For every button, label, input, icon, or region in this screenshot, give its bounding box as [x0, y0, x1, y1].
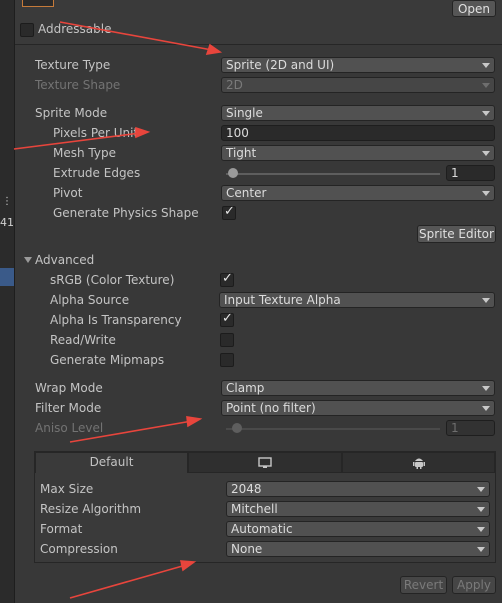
compression-value: None: [231, 542, 263, 556]
alpha-is-transparency-label: Alpha Is Transparency: [50, 313, 182, 327]
pixels-per-unit-label: Pixels Per Unit: [53, 126, 139, 140]
extrude-edges-input[interactable]: 1: [446, 165, 495, 181]
compression-dropdown[interactable]: None: [226, 541, 490, 557]
format-value: Automatic: [231, 522, 293, 536]
foldout-arrow-icon[interactable]: [24, 257, 32, 263]
selected-row-highlight[interactable]: [0, 268, 14, 286]
mesh-type-dropdown[interactable]: Tight: [221, 145, 495, 161]
compression-label: Compression: [40, 542, 118, 556]
filter-mode-value: Point (no filter): [226, 401, 316, 415]
read-write-label: Read/Write: [50, 333, 116, 347]
apply-button[interactable]: Apply: [452, 576, 496, 594]
tab-default[interactable]: Default: [35, 452, 188, 473]
revert-button[interactable]: Revert: [400, 576, 447, 594]
max-size-label: Max Size: [40, 482, 94, 496]
resize-algorithm-value: Mitchell: [231, 502, 278, 516]
left-panel-strip: ⋮ 41: [0, 0, 15, 603]
alpha-source-value: Input Texture Alpha: [224, 293, 341, 307]
filter-mode-label: Filter Mode: [35, 401, 102, 415]
pixels-per-unit-input[interactable]: 100: [221, 125, 495, 141]
chevron-down-icon: [477, 527, 485, 532]
mesh-type-value: Tight: [226, 146, 257, 160]
texture-shape-label: Texture Shape: [35, 78, 121, 92]
wrap-mode-label: Wrap Mode: [35, 381, 103, 395]
filter-mode-dropdown[interactable]: Point (no filter): [221, 400, 495, 416]
format-label: Format: [40, 522, 83, 536]
texture-preview-thumbnail: [22, 0, 54, 7]
aniso-level-slider-track: [226, 428, 440, 430]
chevron-down-icon: [477, 547, 485, 552]
left-panel-count: 41: [0, 216, 14, 229]
texture-type-value: Sprite (2D and UI): [226, 58, 335, 72]
aniso-level-label: Aniso Level: [35, 421, 104, 435]
chevron-down-icon: [482, 63, 490, 68]
extrude-edges-slider-handle[interactable]: [228, 168, 238, 178]
platform-tabs: Default: [35, 452, 495, 473]
chevron-down-icon: [482, 191, 490, 196]
chevron-down-icon: [477, 487, 485, 492]
chevron-down-icon: [482, 111, 490, 116]
tab-android[interactable]: [342, 452, 495, 473]
mesh-type-label: Mesh Type: [53, 146, 116, 160]
srgb-checkbox[interactable]: [220, 271, 234, 287]
texture-type-label: Texture Type: [35, 58, 111, 72]
chevron-down-icon: [482, 386, 490, 391]
chevron-down-icon: [482, 406, 490, 411]
resize-algorithm-dropdown[interactable]: Mitchell: [226, 501, 490, 517]
chevron-down-icon: [482, 298, 490, 303]
texture-shape-dropdown: 2D: [221, 77, 495, 93]
generate-physics-shape-label: Generate Physics Shape: [53, 206, 199, 220]
monitor-icon: [258, 457, 272, 468]
aniso-level-input: 1: [446, 420, 495, 436]
addressable-label: Addressable: [38, 22, 112, 36]
advanced-foldout-label[interactable]: Advanced: [35, 253, 94, 267]
wrap-mode-value: Clamp: [226, 381, 265, 395]
android-icon: [412, 458, 425, 469]
generate-mipmaps-label: Generate Mipmaps: [50, 353, 165, 367]
generate-physics-shape-checkbox[interactable]: [222, 204, 236, 220]
annotation-arrowhead-icon: [186, 416, 203, 428]
alpha-source-label: Alpha Source: [50, 293, 130, 307]
extrude-edges-label: Extrude Edges: [53, 166, 141, 180]
addressable-checkbox[interactable]: [20, 23, 34, 37]
pivot-dropdown[interactable]: Center: [221, 185, 495, 201]
sprite-editor-button[interactable]: Sprite Editor: [417, 225, 496, 243]
open-button[interactable]: Open: [452, 0, 496, 17]
texture-type-dropdown[interactable]: Sprite (2D and UI): [221, 57, 495, 73]
sprite-mode-value: Single: [226, 106, 263, 120]
read-write-checkbox[interactable]: [220, 333, 234, 347]
generate-mipmaps-checkbox[interactable]: [220, 353, 234, 367]
alpha-source-dropdown[interactable]: Input Texture Alpha: [219, 292, 495, 308]
chevron-down-icon: [482, 151, 490, 156]
pivot-label: Pivot: [53, 186, 83, 200]
max-size-value: 2048: [231, 482, 262, 496]
annotation-arrowhead-icon: [205, 43, 223, 55]
max-size-dropdown[interactable]: 2048: [226, 481, 490, 497]
tab-standalone[interactable]: [188, 452, 342, 473]
pivot-value: Center: [226, 186, 267, 200]
annotation-arrow-4: [69, 564, 187, 599]
extrude-edges-slider-track[interactable]: [226, 173, 440, 175]
texture-shape-value: 2D: [226, 78, 243, 92]
wrap-mode-dropdown[interactable]: Clamp: [221, 380, 495, 396]
sprite-mode-dropdown[interactable]: Single: [221, 105, 495, 121]
aniso-level-slider-handle: [232, 423, 242, 433]
resize-algorithm-label: Resize Algorithm: [40, 502, 142, 516]
srgb-label: sRGB (Color Texture): [50, 273, 175, 287]
alpha-is-transparency-checkbox[interactable]: [220, 311, 234, 327]
chevron-down-icon: [482, 83, 490, 88]
menu-dots-icon[interactable]: ⋮: [2, 196, 12, 207]
format-dropdown[interactable]: Automatic: [226, 521, 490, 537]
chevron-down-icon: [477, 507, 485, 512]
sprite-mode-label: Sprite Mode: [35, 106, 108, 120]
